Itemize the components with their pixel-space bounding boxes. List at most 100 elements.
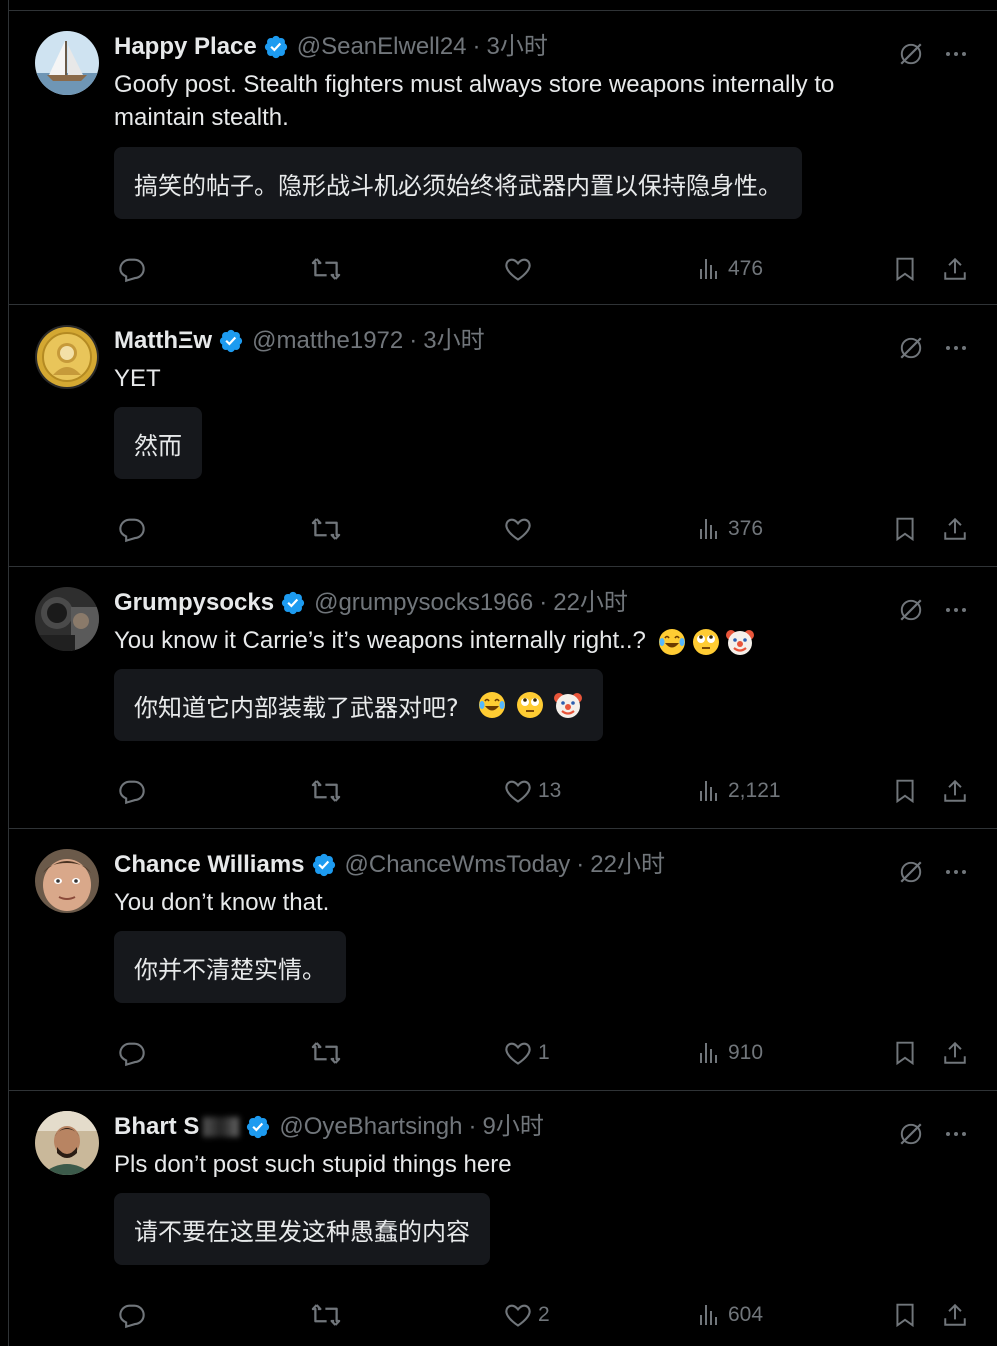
laughing-crying-emoji [477,690,507,720]
reply-text: You know it Carrie’s it’s weapons intern… [114,624,898,657]
display-name[interactable]: Chance Williams [114,850,305,880]
like-count: 1 [538,1041,550,1064]
translation-text: 请不要在这里发这种愚蠢的内容 [134,1217,470,1246]
reply-item[interactable]: Happy Place @SeanElwell24 · 3小时 Goofy po… [9,11,997,305]
like-button[interactable]: 1 [504,1039,550,1067]
man-portrait-avatar[interactable] [35,1111,99,1175]
views-button[interactable]: 604 [698,1303,763,1327]
repost-button[interactable] [311,776,341,806]
grok-icon[interactable] [898,41,924,72]
eye-roll-emoji [515,690,545,720]
bookmark-button[interactable] [892,516,918,542]
views-button[interactable]: 910 [698,1041,763,1065]
more-options-icon[interactable] [944,860,968,889]
timestamp[interactable]: 3小时 [423,326,484,356]
verified-badge-icon [263,34,289,60]
like-button[interactable] [504,515,538,543]
more-options-icon[interactable] [944,598,968,627]
like-count: 13 [538,779,562,802]
reply-item[interactable]: Bhart S @OyeBhartsingh · 9小时 Pls don’t p… [9,1091,997,1346]
like-button[interactable]: 13 [504,777,561,805]
separator-dot: · [576,851,585,878]
timestamp[interactable]: 3小时 [487,32,548,62]
separator-dot: · [539,589,548,616]
translation-text: 搞笑的帖子。隐形战斗机必须始终将武器内置以保持隐身性。 [134,171,782,200]
more-options-icon[interactable] [944,1122,968,1151]
reply-button[interactable] [118,515,146,543]
display-name[interactable]: Grumpysocks [114,588,274,618]
repost-button[interactable] [311,1300,341,1330]
bookmark-button[interactable] [892,256,918,282]
reply-feed: Happy Place @SeanElwell24 · 3小时 Goofy po… [8,0,997,1346]
grok-icon[interactable] [898,1121,924,1152]
reply-text: You don’t know that. [114,886,898,919]
reply-button[interactable] [118,1301,146,1329]
separator-dot: · [409,327,418,354]
translation-text: 你并不清楚实情。 [134,955,326,984]
reply-text-line: maintain stealth. [114,104,289,131]
user-handle[interactable]: @SeanElwell24 [297,32,467,62]
more-options-icon[interactable] [944,336,968,365]
user-handle[interactable]: @OyeBhartsingh [279,1112,462,1142]
timestamp[interactable]: 9小时 [482,1112,543,1142]
share-button[interactable] [942,1302,968,1328]
user-handle[interactable]: @grumpysocks1966 [314,588,533,618]
like-count: 2 [538,1303,550,1326]
display-name[interactable]: Bhart S [114,1112,199,1142]
reply-item[interactable]: MatthΞw @matthe1972 · 3小时 YET 然而 376 [9,305,997,567]
reply-top-actions [898,1121,968,1152]
reply-button[interactable] [118,777,146,805]
timestamp[interactable]: 22小时 [553,588,628,618]
repost-button[interactable] [311,514,341,544]
display-name[interactable]: Happy Place [114,32,257,62]
reply-header: Happy Place @SeanElwell24 · 3小时 [114,32,878,62]
gold-coin-avatar[interactable] [35,325,99,389]
bookmark-button[interactable] [892,778,918,804]
face-avatar[interactable] [35,849,99,913]
like-button[interactable] [504,255,538,283]
clown-emoji [725,627,755,657]
reply-button[interactable] [118,255,146,283]
reply-button[interactable] [118,1039,146,1067]
reply-top-actions [898,859,968,890]
user-handle[interactable]: @ChanceWmsToday [345,850,571,880]
divider [9,0,997,11]
more-options-icon[interactable] [944,42,968,71]
grok-icon[interactable] [898,335,924,366]
reply-header: Grumpysocks @grumpysocks1966 · 22小时 [114,588,878,618]
action-bar: 13 2,121 [114,771,970,811]
grok-icon[interactable] [898,859,924,890]
reply-item[interactable]: Chance Williams @ChanceWmsToday · 22小时 Y… [9,829,997,1091]
share-button[interactable] [942,778,968,804]
translation-box: 你知道它内部装载了武器对吧? [114,669,603,741]
share-button[interactable] [942,1040,968,1066]
bookmark-button[interactable] [892,1302,918,1328]
views-button[interactable]: 2,121 [698,779,781,803]
grok-icon[interactable] [898,597,924,628]
verified-badge-icon [280,590,306,616]
reply-header: Bhart S @OyeBhartsingh · 9小时 [114,1112,878,1142]
translation-text: 你知道它内部装载了武器对吧? [134,693,459,722]
timestamp[interactable]: 22小时 [590,850,665,880]
reply-header: Chance Williams @ChanceWmsToday · 22小时 [114,850,878,880]
share-button[interactable] [942,256,968,282]
sailboat-avatar[interactable] [35,31,99,95]
repost-button[interactable] [311,254,341,284]
action-bar: 376 [114,509,970,549]
translation-box: 搞笑的帖子。隐形战斗机必须始终将武器内置以保持隐身性。 [114,147,802,219]
user-handle[interactable]: @matthe1972 [252,326,403,356]
separator-dot: · [472,33,481,60]
display-name[interactable]: MatthΞw [114,326,212,356]
eye-roll-emoji [691,627,721,657]
person-in-car-avatar[interactable] [35,587,99,651]
share-button[interactable] [942,516,968,542]
repost-button[interactable] [311,1038,341,1068]
views-button[interactable]: 476 [698,257,763,281]
views-count: 376 [728,517,764,540]
views-button[interactable]: 376 [698,517,763,541]
translation-text: 然而 [134,431,182,460]
action-bar: 476 [114,249,970,289]
bookmark-button[interactable] [892,1040,918,1066]
like-button[interactable]: 2 [504,1301,550,1329]
reply-item[interactable]: Grumpysocks @grumpysocks1966 · 22小时 You … [9,567,997,829]
